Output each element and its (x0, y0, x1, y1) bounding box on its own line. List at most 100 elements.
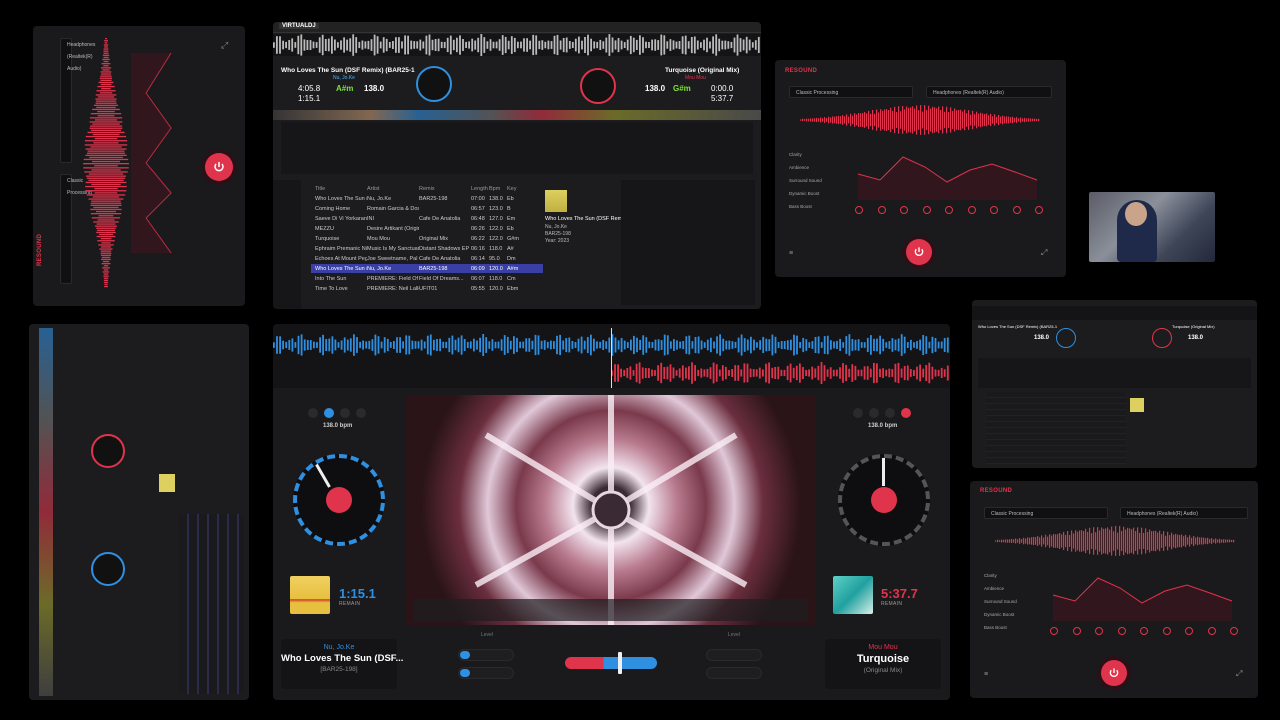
waveform-bar (443, 41, 446, 49)
eq-knob[interactable] (1140, 627, 1148, 635)
eq-knob[interactable] (1012, 206, 1021, 214)
eq-knob[interactable] (1207, 627, 1216, 635)
table-row[interactable]: Echoes At Mount PegasusJoe Sweetname, Pa… (311, 254, 543, 264)
table-row[interactable]: Saeve Di Vi Yorkaran - ...INI Cafe De Ana… (311, 214, 543, 224)
waveform-bar (84, 171, 128, 173)
waveform-bar (547, 40, 550, 50)
waveform-bar (1215, 538, 1217, 544)
table-row[interactable]: Who Loves The Sun (DSF...Nu, Jo.Ke BAR25-… (311, 194, 543, 204)
waveform-bar (1189, 535, 1191, 547)
eq-knob[interactable] (1035, 206, 1043, 214)
waveform-bar (641, 367, 644, 379)
menu-icon[interactable]: ≡ (984, 671, 988, 678)
waveform-bar (669, 364, 672, 382)
left-jog-wheel[interactable] (416, 66, 452, 102)
col-artist[interactable]: Artist (367, 186, 419, 192)
cell-length: 06:14 (471, 255, 485, 262)
waveform-bar (101, 67, 112, 69)
output-select-top[interactable]: Headphones (Realtek(R) Audio) (926, 86, 1052, 98)
left-sync-dot[interactable] (308, 408, 318, 418)
eq-knob[interactable] (967, 206, 976, 214)
waveform-bar (83, 163, 129, 165)
right-master-dot[interactable] (869, 408, 879, 418)
eq-knob[interactable] (922, 206, 931, 214)
col-key[interactable]: Key (507, 186, 521, 192)
right-level-meter-1 (706, 649, 762, 661)
col-title[interactable]: Title (311, 186, 367, 192)
table-row[interactable]: Coming Home Romain Garcia & Dosem 06:57 123… (311, 204, 543, 214)
right-sync-dot[interactable] (853, 408, 863, 418)
right-jog-wheel[interactable] (580, 68, 616, 104)
col-bpm[interactable]: Bpm (489, 186, 507, 192)
cell-length: 06:16 (471, 245, 485, 252)
left-master-dot[interactable] (324, 408, 334, 418)
eq-knob[interactable] (1162, 627, 1171, 635)
processing-select-top[interactable]: Classic Processing (789, 86, 913, 98)
eq-knob[interactable] (1230, 627, 1238, 635)
waveform-bar (103, 52, 109, 54)
menu-icon[interactable]: ≡ (789, 250, 793, 257)
waveform-bar (840, 116, 842, 124)
col-remix[interactable]: Remix (419, 186, 471, 192)
table-row[interactable]: Ephraim Premanic Ni... Music Is My Sanctu… (311, 244, 543, 254)
crossfader-handle[interactable] (618, 652, 623, 674)
waveform-bar (94, 188, 118, 190)
waveform-bar (858, 113, 860, 127)
eq-knob[interactable] (1072, 627, 1081, 635)
waveform-bar (593, 41, 596, 49)
eq-knob[interactable] (1050, 627, 1058, 635)
table-row[interactable]: Into The Sun PREMIERE: Field Of D...Field… (311, 274, 543, 284)
waveform-bar (94, 138, 118, 140)
table-row[interactable]: Who Loves The Sun (DSF Remix)Nu, Jo.Ke BA… (311, 264, 543, 274)
right-loop-dot[interactable] (901, 408, 911, 418)
eq-knob[interactable] (877, 206, 886, 214)
expand-icon[interactable]: ⤢ (1236, 669, 1242, 679)
waveform-bar (325, 339, 328, 351)
power-button-bottom[interactable] (1101, 660, 1127, 686)
expand-icon[interactable]: ⤢ (1041, 248, 1047, 258)
rotated-jog-bottom[interactable] (91, 552, 125, 586)
waveform-bar (654, 339, 657, 351)
waveform-bar (762, 369, 764, 377)
small-right-jog[interactable] (1152, 328, 1172, 348)
waveform-bar (96, 223, 116, 225)
waveform-bar (651, 342, 654, 348)
small-left-bpm: 138.0 (1034, 335, 1050, 341)
col-length[interactable]: Length (471, 186, 489, 192)
waveform-bar (540, 340, 543, 350)
processing-select-bottom[interactable]: Classic Processing (984, 507, 1108, 519)
waveform-bar (355, 37, 358, 53)
expand-icon[interactable]: ⤢ (221, 40, 231, 50)
eq-knob[interactable] (855, 206, 863, 214)
eq-knob[interactable] (1095, 627, 1103, 635)
output-select-bottom[interactable]: Headphones (Realtek(R) Audio) (1120, 507, 1248, 519)
eq-knob[interactable] (945, 206, 953, 214)
right-keylock-dot[interactable] (885, 408, 895, 418)
waveform-bar (786, 340, 789, 350)
eq-knob[interactable] (1185, 627, 1193, 635)
rotated-jog-top[interactable] (91, 434, 125, 468)
left-keylock-dot[interactable] (340, 408, 350, 418)
right-track-box: Mou Mou Turquoise (Original Mix) (825, 639, 941, 689)
waveform-bar (556, 335, 558, 355)
eq-knob[interactable] (900, 206, 908, 214)
table-row[interactable]: Time To Love PREMIERE: Neil Lalle UFIT01 05… (311, 284, 543, 294)
eq-knob[interactable] (990, 206, 998, 214)
small-left-jog[interactable] (1056, 328, 1076, 348)
eq-knob[interactable] (1117, 627, 1126, 635)
processing-select[interactable]: Classic Processing (60, 174, 92, 284)
waveform-bar (303, 39, 306, 51)
crossfader-track[interactable] (565, 657, 657, 669)
waveform-bar (836, 116, 838, 124)
waveform-bar (99, 92, 113, 94)
power-button[interactable] (205, 153, 233, 181)
cell-remix: BAR25-198 (419, 265, 448, 272)
output-select[interactable]: Headphones (Realtek(R) Audio) (60, 38, 95, 163)
cell-artist: Desire Artikant (Origina... (367, 225, 419, 232)
waveform-bar (888, 341, 891, 349)
table-row[interactable]: Turquoise Mou Mou Original Mix 06:22 122.0 G#… (311, 234, 543, 244)
waveform-bar (87, 152, 125, 154)
power-button-top[interactable] (906, 239, 932, 265)
left-loop-dot[interactable] (356, 408, 366, 418)
table-row[interactable]: MEZZU Desire Artikant (Origina... 06:26 122… (311, 224, 543, 234)
